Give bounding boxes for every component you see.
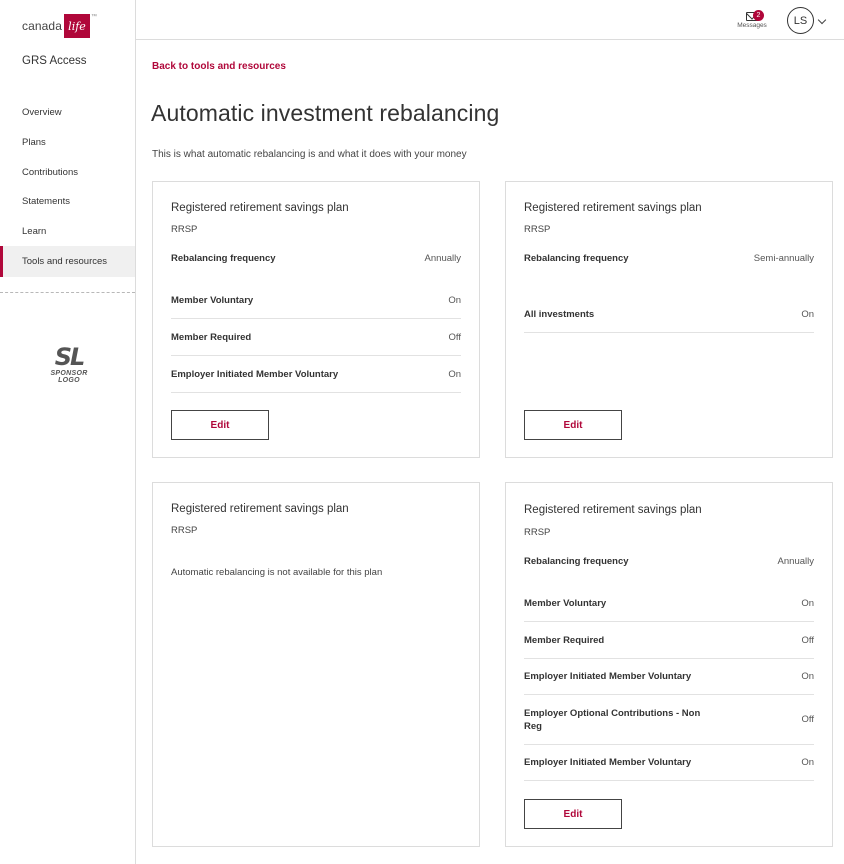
logo-trademark: ™: [90, 14, 97, 20]
edit-button[interactable]: Edit: [524, 799, 622, 829]
sidebar-item-tools-and-resources[interactable]: Tools and resources: [0, 246, 135, 278]
card-plan-type: RRSP: [171, 525, 198, 536]
table-row: Employer Initiated Member Voluntary On: [171, 356, 461, 393]
canada-life-logo[interactable]: canada life ™: [22, 14, 97, 38]
row-value: On: [801, 308, 814, 320]
row-value: Off: [801, 634, 815, 646]
rebalancing-frequency: Rebalancing frequency Semi-annually: [524, 253, 814, 264]
messages-label: Messages: [737, 22, 767, 29]
messages-button[interactable]: 2 Messages: [734, 9, 770, 29]
card-title: Registered retirement savings plan: [524, 504, 702, 516]
rebalancing-frequency: Rebalancing frequency Annually: [524, 556, 814, 567]
rebalancing-frequency: Rebalancing frequency Annually: [171, 253, 461, 264]
row-value: Off: [448, 331, 462, 343]
plan-card-3: Registered retirement savings plan RRSP …: [152, 482, 480, 847]
row-label: Employer Initiated Member Voluntary: [524, 757, 692, 768]
sidebar-item-overview[interactable]: Overview: [0, 98, 135, 128]
unavailable-note: Automatic rebalancing is not available f…: [171, 567, 383, 578]
sponsor-logo: SL SPONSOR LOGO: [44, 344, 94, 384]
row-value: On: [801, 671, 814, 682]
frequency-value: Annually: [777, 556, 814, 567]
table-row: Member Required Off: [524, 622, 814, 659]
table-row: Member Voluntary On: [171, 282, 461, 319]
sidebar-divider: [0, 292, 135, 293]
row-value: On: [448, 294, 461, 306]
frequency-label: Rebalancing frequency: [524, 556, 629, 567]
table-row: Employer Optional Contributions - Non Re…: [524, 695, 814, 745]
plan-card-4: Registered retirement savings plan RRSP …: [505, 482, 833, 847]
logo-box: life: [63, 14, 90, 38]
sidebar-item-statements[interactable]: Statements: [0, 187, 135, 217]
table-row: Employer Initiated Member Voluntary On: [524, 659, 814, 695]
row-value: On: [448, 368, 461, 380]
sidebar-nav: Overview Plans Contributions Statements …: [0, 98, 135, 278]
edit-button[interactable]: Edit: [171, 410, 269, 440]
page-title: Automatic investment rebalancing: [151, 100, 500, 126]
top-bar: 2 Messages LS: [136, 0, 844, 40]
avatar[interactable]: LS: [787, 7, 814, 34]
card-plan-type: RRSP: [524, 224, 551, 235]
sidebar: canada life ™ GRS Access Overview Plans …: [0, 0, 136, 864]
frequency-value: Semi-annually: [753, 253, 814, 264]
row-label: Member Required: [524, 634, 605, 646]
sidebar-item-learn[interactable]: Learn: [0, 217, 135, 247]
sponsor-logo-mark: SL: [54, 343, 86, 371]
row-label: Member Voluntary: [524, 597, 607, 609]
plan-card-1: Registered retirement savings plan RRSP …: [152, 181, 480, 458]
table-row: Member Required Off: [171, 319, 461, 356]
card-title: Registered retirement savings plan: [524, 202, 702, 214]
row-label: Member Voluntary: [171, 294, 254, 306]
row-label: Employer Initiated Member Voluntary: [171, 368, 339, 380]
table-row: Employer Initiated Member Voluntary On: [524, 745, 814, 781]
sponsor-logo-text: SPONSOR LOGO: [50, 370, 88, 384]
frequency-label: Rebalancing frequency: [171, 253, 276, 264]
card-title: Registered retirement savings plan: [171, 202, 349, 214]
chevron-down-icon[interactable]: [817, 15, 827, 25]
row-label: Employer Optional Contributions - Non Re…: [524, 707, 701, 732]
table-row: Member Voluntary On: [524, 585, 814, 622]
page-subtitle: This is what automatic rebalancing is an…: [152, 149, 467, 160]
row-value: On: [801, 597, 814, 609]
frequency-label: Rebalancing frequency: [524, 253, 629, 264]
row-value: Off: [801, 714, 815, 725]
logo-wordmark: canada: [22, 19, 62, 33]
plan-card-2: Registered retirement savings plan RRSP …: [505, 181, 833, 458]
row-label: Member Required: [171, 331, 252, 343]
sidebar-item-contributions[interactable]: Contributions: [0, 157, 135, 187]
card-plan-type: RRSP: [524, 527, 551, 538]
row-value: On: [801, 757, 814, 768]
messages-badge: 2: [753, 10, 764, 21]
sidebar-item-plans[interactable]: Plans: [0, 128, 135, 158]
card-title: Registered retirement savings plan: [171, 503, 349, 515]
edit-button[interactable]: Edit: [524, 410, 622, 440]
row-label: All investments: [524, 308, 595, 320]
card-plan-type: RRSP: [171, 224, 198, 235]
frequency-value: Annually: [424, 253, 461, 264]
back-link[interactable]: Back to tools and resources: [152, 61, 286, 72]
table-row: All investments On: [524, 296, 814, 333]
row-label: Employer Initiated Member Voluntary: [524, 671, 692, 682]
app-name: GRS Access: [22, 55, 87, 67]
